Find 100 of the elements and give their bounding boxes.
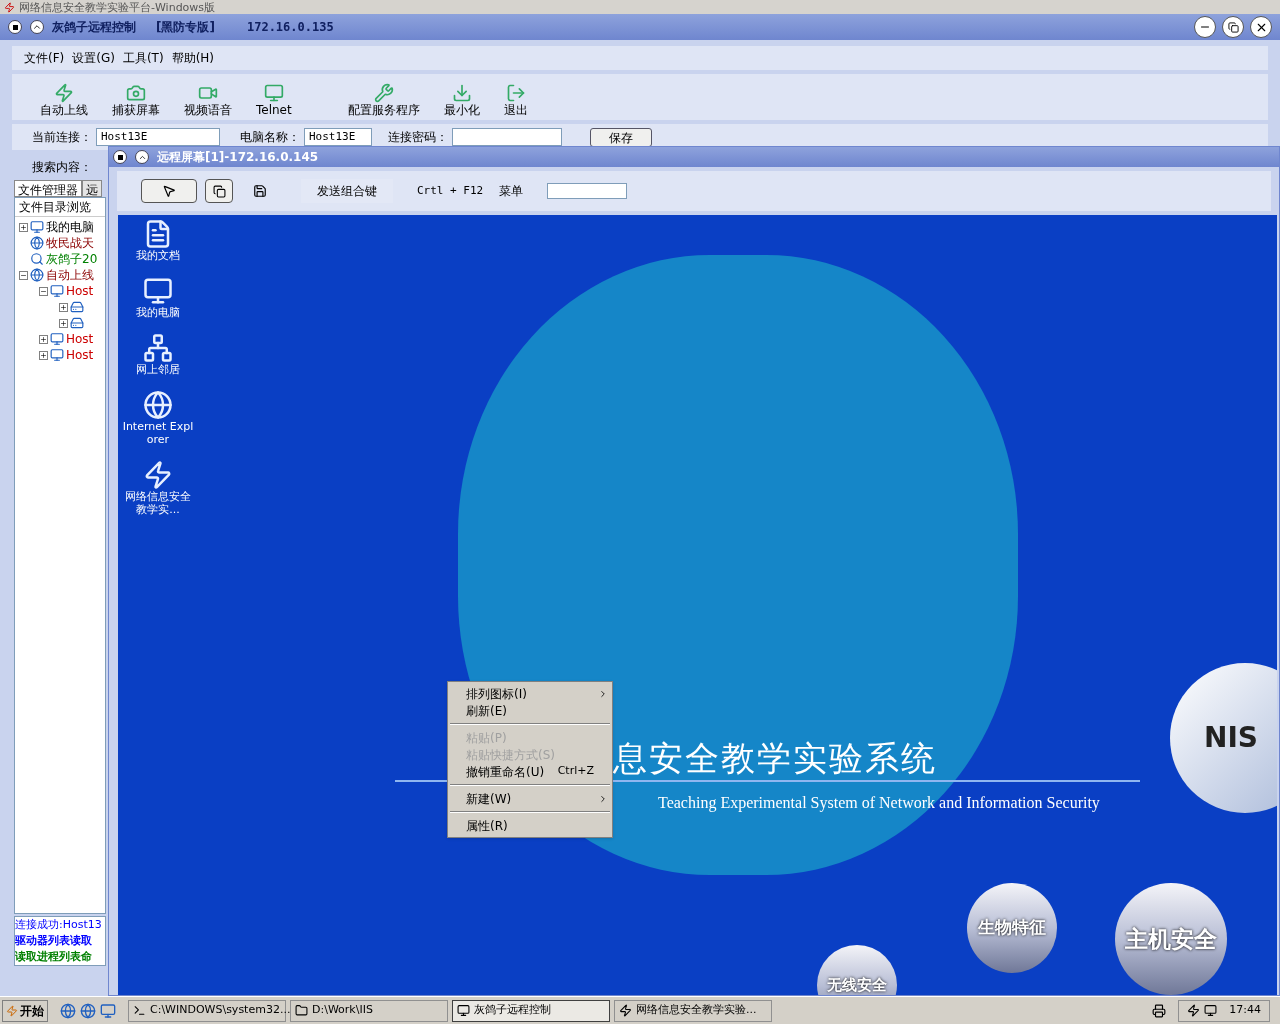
context-menu-item[interactable]: 属性(R) xyxy=(448,817,612,834)
computer-icon xyxy=(50,332,64,346)
magnifier-icon xyxy=(30,252,44,266)
tree-item[interactable]: Host xyxy=(66,346,94,364)
desktop-icon-label[interactable]: 我的电脑 xyxy=(136,306,180,319)
desktop-icon-label[interactable]: 网络信息安全教学实... xyxy=(122,490,194,516)
banner-subtitle: Teaching Experimental System of Network and Information Security xyxy=(658,793,1100,814)
tab[interactable]: 文件管理器 xyxy=(14,180,82,197)
camera-icon xyxy=(126,83,146,103)
globe-icon[interactable] xyxy=(60,1002,76,1019)
toolbar-button[interactable]: 视频语音 xyxy=(176,83,240,118)
minimize-button[interactable] xyxy=(1194,16,1216,38)
banner-title: 息安全教学实验系统 xyxy=(613,737,937,780)
tree-item[interactable]: 灰鸽子20 xyxy=(46,250,98,268)
remote-title: 远程屏幕[1]-172.16.0.145 xyxy=(157,149,319,166)
start-button[interactable]: 开始 xyxy=(2,999,48,1022)
tab[interactable]: 远 xyxy=(82,180,102,197)
exit-icon xyxy=(505,83,526,103)
context-menu-item[interactable]: 新建(W) xyxy=(448,790,612,807)
clock: 17:44 xyxy=(1229,1002,1261,1019)
save-icon xyxy=(253,184,267,198)
printer-icon[interactable] xyxy=(1152,1003,1167,1018)
tree-item[interactable]: 自动上线 xyxy=(46,266,94,284)
window-mode-button[interactable] xyxy=(205,179,233,203)
menu-item[interactable]: 工具(T) xyxy=(122,49,164,67)
desktop-icon[interactable] xyxy=(100,1002,116,1019)
computer-name-field[interactable]: Host13E xyxy=(304,128,372,146)
current-connection-label: 当前连接： xyxy=(32,129,92,146)
collapse-toggle[interactable] xyxy=(39,286,48,296)
toolbar-button[interactable]: 自动上线 xyxy=(32,83,96,118)
toolbar-button[interactable]: 配置服务程序 xyxy=(339,83,428,118)
lightning-icon xyxy=(619,1004,632,1017)
computer-icon xyxy=(263,83,284,103)
drive-icon xyxy=(70,316,84,330)
tree-item[interactable]: 我的电脑 xyxy=(46,218,94,236)
taskbar-button[interactable]: 灰鸽子远程控制 xyxy=(452,999,610,1022)
desktop-icon-label[interactable]: Internet Explorer xyxy=(122,420,194,446)
context-menu-item[interactable]: 排列图标(I) xyxy=(448,685,612,702)
desktop-icon-label[interactable]: 网上邻居 xyxy=(136,363,180,376)
menu-item[interactable]: 设置(G) xyxy=(72,49,115,67)
computer-icon xyxy=(50,348,64,362)
menu-label: 菜单 xyxy=(499,183,524,200)
expand-toggle[interactable] xyxy=(39,334,48,344)
tray-app-icon[interactable] xyxy=(1187,1004,1201,1017)
tree-item[interactable]: 牧民战天 xyxy=(46,234,94,252)
down-arrow-icon xyxy=(451,83,472,103)
tree-item[interactable]: Host xyxy=(66,282,94,300)
globe-icon xyxy=(30,268,44,282)
collapse-toggle[interactable] xyxy=(19,270,28,280)
save-button[interactable]: 保存 xyxy=(590,127,652,147)
terminal-icon xyxy=(133,1004,146,1017)
password-field[interactable] xyxy=(452,128,562,146)
plus-icon xyxy=(40,351,47,359)
toolbar-button[interactable]: 退出 xyxy=(495,83,536,118)
lightning-icon[interactable] xyxy=(143,460,173,490)
toolbar-button[interactable]: Telnet xyxy=(248,83,300,118)
menu-item[interactable]: 文件(F) xyxy=(24,49,65,67)
log-line: 读取进程列表命 xyxy=(15,949,93,965)
system-menu-button[interactable] xyxy=(8,20,22,34)
mouse-keyboard-button[interactable] xyxy=(141,179,197,203)
tree-item[interactable]: Host xyxy=(66,330,94,348)
expand-toggle[interactable] xyxy=(39,350,48,360)
expand-toggle[interactable] xyxy=(59,318,68,328)
key-input-field[interactable] xyxy=(547,183,628,199)
globe-icon[interactable] xyxy=(80,1002,96,1019)
menu-item[interactable]: 帮助(H) xyxy=(171,49,215,67)
toolbar-button[interactable]: 捕获屏幕 xyxy=(104,83,168,118)
plus-icon xyxy=(20,223,27,231)
search-label: 搜索内容： xyxy=(32,159,92,176)
computer-name-label: 电脑名称： xyxy=(240,129,300,146)
restore-icon xyxy=(1227,21,1239,33)
current-connection-field[interactable]: Host13E xyxy=(96,128,220,146)
toolbar-button[interactable]: 最小化 xyxy=(435,83,488,118)
window-edition: [黑防专版] xyxy=(156,19,215,36)
close-button[interactable] xyxy=(1250,16,1272,38)
plus-icon xyxy=(60,303,67,311)
expand-toggle[interactable] xyxy=(59,302,68,312)
restore-button[interactable] xyxy=(1222,16,1244,38)
system-menu-button[interactable] xyxy=(113,150,127,164)
expand-toggle[interactable] xyxy=(19,222,28,232)
window-address: 172.16.0.135 xyxy=(246,19,334,36)
password-label: 连接密码： xyxy=(388,129,448,146)
start-logo-icon xyxy=(6,1004,18,1017)
log-line: 连接成功:Host13 xyxy=(15,917,103,933)
context-menu-item[interactable]: 刷新(E) xyxy=(448,702,612,719)
context-menu-item[interactable]: 撤销重命名(U) Ctrl+Z xyxy=(448,763,612,780)
computer-icon xyxy=(30,220,44,234)
logo-badge: NIS xyxy=(1170,663,1277,813)
folder-icon xyxy=(295,1004,308,1017)
taskbar-button[interactable]: D:\Work\IIS xyxy=(290,999,448,1022)
send-keys-button[interactable]: 发送组合键 xyxy=(301,179,393,203)
plus-icon xyxy=(60,319,67,327)
computer-icon[interactable] xyxy=(143,276,173,306)
taskbar-button[interactable]: 网络信息安全教学实验... xyxy=(614,999,772,1022)
window-title: 灰鸽子远程控制 xyxy=(52,19,136,36)
tree-header: 文件目录浏览 xyxy=(15,198,105,217)
desktop-icon-label[interactable]: 我的文档 xyxy=(136,249,180,262)
computer-icon xyxy=(50,284,64,298)
collapse-button[interactable] xyxy=(135,150,149,164)
collapse-button[interactable] xyxy=(30,20,44,34)
